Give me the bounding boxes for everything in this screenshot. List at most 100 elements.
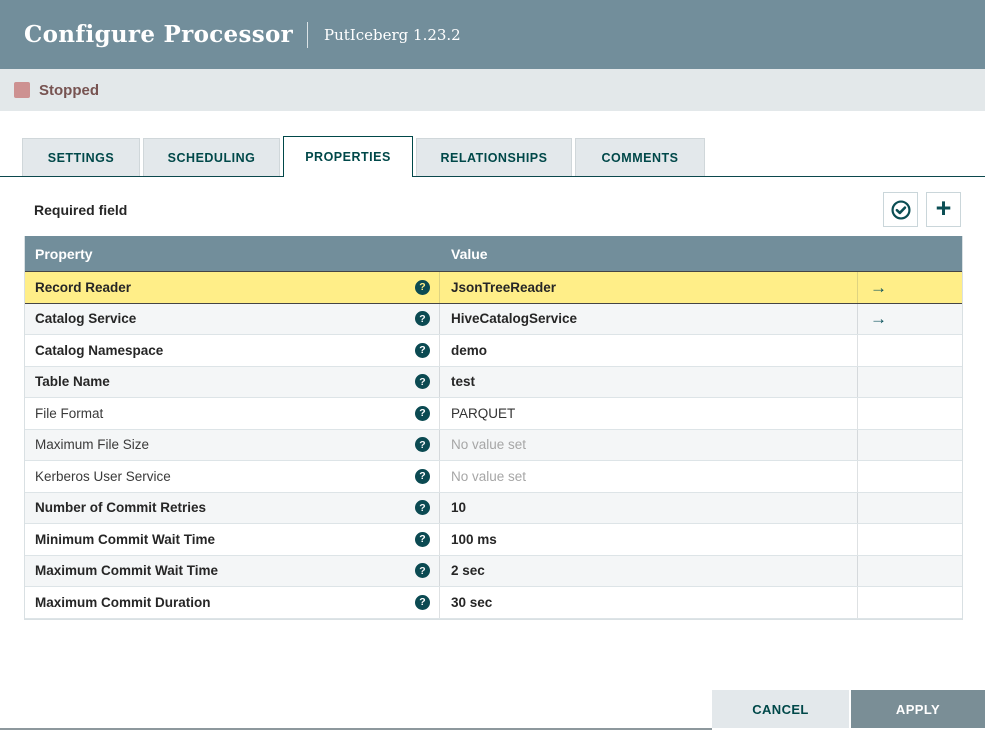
property-row: Catalog Service ? HiveCatalogService → <box>25 303 962 335</box>
row-action-cell: → <box>858 461 962 492</box>
property-value-cell[interactable]: HiveCatalogService <box>440 303 858 334</box>
help-icon[interactable]: ? <box>415 342 430 358</box>
property-row: Maximum File Size ? No value set → <box>25 429 962 461</box>
property-value-cell[interactable]: 10 <box>440 492 858 523</box>
stopped-icon <box>14 82 30 98</box>
property-value: HiveCatalogService <box>451 311 578 327</box>
help-icon[interactable]: ? <box>415 531 430 547</box>
property-value: JsonTreeReader <box>451 279 557 295</box>
property-name: Maximum Commit Duration <box>35 594 211 610</box>
status-label: Stopped <box>39 81 99 99</box>
help-icon[interactable]: ? <box>415 594 430 610</box>
help-icon[interactable]: ? <box>415 500 430 516</box>
add-property-button[interactable]: + <box>926 192 961 227</box>
property-value: test <box>451 374 476 390</box>
property-name-cell: Record Reader ? <box>25 272 440 303</box>
row-action-cell: → <box>858 524 962 555</box>
verify-properties-button[interactable] <box>883 192 918 227</box>
help-icon[interactable]: ? <box>415 405 430 421</box>
property-name: Number of Commit Retries <box>35 500 207 516</box>
properties-toolbar: Required field + <box>24 192 961 227</box>
help-icon[interactable]: ? <box>415 374 430 390</box>
property-name-cell: Number of Commit Retries ? <box>25 492 440 523</box>
tab-properties[interactable]: PROPERTIES <box>283 136 413 177</box>
table-header-row: Property Value <box>25 236 962 272</box>
cancel-button[interactable]: CANCEL <box>712 690 849 728</box>
help-icon[interactable]: ? <box>415 437 430 453</box>
tab-scheduling[interactable]: SCHEDULING <box>143 138 280 176</box>
help-icon[interactable]: ? <box>415 279 430 295</box>
title-divider <box>307 21 309 48</box>
property-value: No value set <box>451 468 527 484</box>
tab-label: PROPERTIES <box>305 150 391 164</box>
property-value: 10 <box>451 500 467 516</box>
help-icon[interactable]: ? <box>415 563 430 579</box>
tab-bar: SETTINGS SCHEDULING PROPERTIES RELATIONS… <box>0 136 985 177</box>
property-name: Kerberos User Service <box>35 468 171 484</box>
property-name: Catalog Service <box>35 311 137 327</box>
properties-table: Property Value Record Reader ? JsonTreeR… <box>24 236 963 620</box>
property-value-cell[interactable]: JsonTreeReader <box>440 272 858 303</box>
dialog-title: Configure Processor <box>24 21 294 48</box>
processor-type-version: PutIceberg 1.23.2 <box>324 25 461 44</box>
property-value-cell[interactable]: demo <box>440 335 858 366</box>
property-value: demo <box>451 342 488 358</box>
property-row: Maximum Commit Duration ? 30 sec → <box>25 587 962 619</box>
property-row: Catalog Namespace ? demo → <box>25 335 962 367</box>
go-to-service-icon[interactable]: → <box>870 279 887 296</box>
row-action-cell: → <box>858 304 962 335</box>
property-name-cell: Maximum File Size ? <box>25 429 440 460</box>
row-action-cell: → <box>858 556 962 587</box>
property-name-cell: Maximum Commit Wait Time ? <box>25 555 440 586</box>
dialog-header: Configure Processor PutIceberg 1.23.2 <box>0 0 985 69</box>
property-value-cell[interactable]: No value set <box>440 461 858 492</box>
property-name-cell: Maximum Commit Duration ? <box>25 587 440 618</box>
property-name: Maximum File Size <box>35 437 150 453</box>
property-name-cell: Table Name ? <box>25 366 440 397</box>
property-row: Number of Commit Retries ? 10 → <box>25 492 962 524</box>
tab-comments[interactable]: COMMENTS <box>575 138 705 176</box>
column-header-value: Value <box>451 246 488 262</box>
property-value-cell[interactable]: PARQUET <box>440 398 858 429</box>
property-value-cell[interactable]: No value set <box>440 429 858 460</box>
tab-label: RELATIONSHIPS <box>440 150 548 165</box>
row-action-cell: → <box>858 398 962 429</box>
tab-label: COMMENTS <box>601 150 679 165</box>
property-name: Maximum Commit Wait Time <box>35 563 219 579</box>
property-value: PARQUET <box>451 405 516 421</box>
help-icon[interactable]: ? <box>415 311 430 327</box>
property-name: Minimum Commit Wait Time <box>35 531 216 547</box>
dialog-bottom-edge <box>0 728 712 730</box>
property-value: No value set <box>451 437 527 453</box>
tab-label: SCHEDULING <box>167 150 256 165</box>
go-to-service-icon[interactable]: → <box>870 310 887 327</box>
column-header-property: Property <box>35 246 93 262</box>
property-value-cell[interactable]: 2 sec <box>440 555 858 586</box>
property-row: Kerberos User Service ? No value set → <box>25 461 962 493</box>
property-value: 2 sec <box>451 563 485 579</box>
row-action-cell: → <box>858 272 962 303</box>
property-value-cell[interactable]: 30 sec <box>440 587 858 618</box>
property-name: Table Name <box>35 374 110 390</box>
property-value-cell[interactable]: test <box>440 366 858 397</box>
tab-settings[interactable]: SETTINGS <box>22 138 140 176</box>
dialog-footer: CANCEL APPLY <box>712 690 985 728</box>
property-row: File Format ? PARQUET → <box>25 398 962 430</box>
tab-relationships[interactable]: RELATIONSHIPS <box>416 138 572 176</box>
property-row: Maximum Commit Wait Time ? 2 sec → <box>25 555 962 587</box>
row-action-cell: → <box>858 430 962 461</box>
property-name: Catalog Namespace <box>35 342 164 358</box>
property-name-cell: Minimum Commit Wait Time ? <box>25 524 440 555</box>
property-row: Table Name ? test → <box>25 366 962 398</box>
property-name-cell: File Format ? <box>25 398 440 429</box>
help-icon[interactable]: ? <box>415 468 430 484</box>
check-circle-icon <box>890 199 911 220</box>
property-row: Record Reader ? JsonTreeReader → <box>25 271 962 304</box>
property-name-cell: Kerberos User Service ? <box>25 461 440 492</box>
apply-button[interactable]: APPLY <box>851 690 985 728</box>
toolbar-buttons: + <box>875 192 961 227</box>
property-value-cell[interactable]: 100 ms <box>440 524 858 555</box>
property-name-cell: Catalog Service ? <box>25 303 440 334</box>
property-row: Minimum Commit Wait Time ? 100 ms → <box>25 524 962 556</box>
required-field-legend: Required field <box>34 201 128 218</box>
